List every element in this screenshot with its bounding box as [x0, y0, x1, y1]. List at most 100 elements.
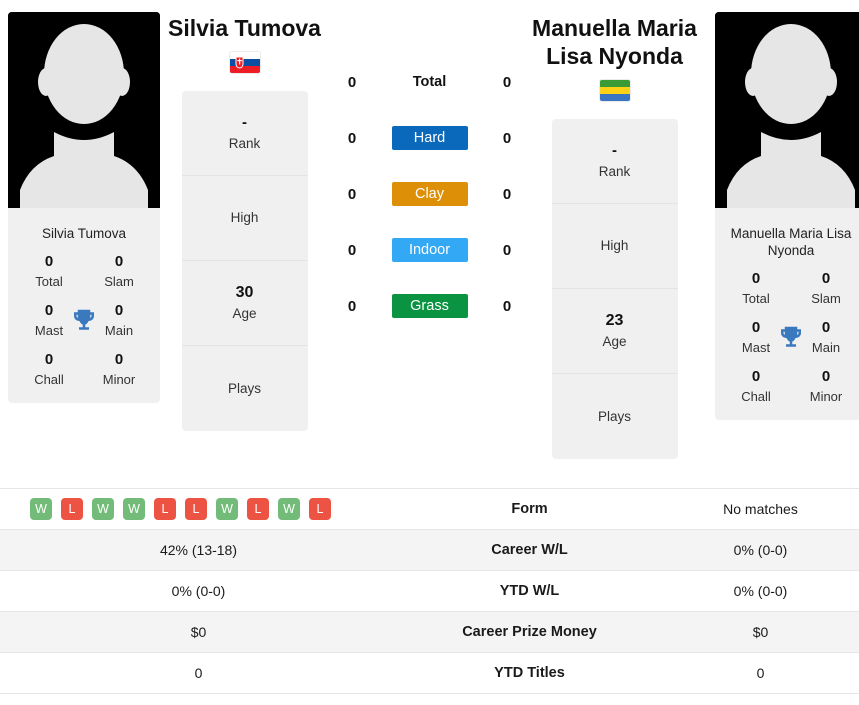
right-player-rank-card: - Rank High 23 Age Plays [551, 119, 678, 459]
plays-row: Plays [552, 374, 678, 459]
trophy-label: Minor [809, 389, 843, 404]
left-player-trophy-card: Silvia Tumova 0 Total 0 Slam 0 Mast 0 Ma… [8, 215, 160, 403]
left-player-avatar [8, 12, 160, 215]
right-player-avatar [715, 12, 859, 215]
right-player-profile-card: Manuella Maria Lisa Nyonda 0 Total 0 Sla… [707, 0, 859, 420]
right-player-trophy-card: Manuella Maria Lisa Nyonda 0 Total 0 Sla… [715, 215, 859, 420]
rank-label: Rank [598, 164, 631, 179]
rank-value: - [612, 142, 617, 159]
surface-row-clay: 0 Clay 0 [337, 166, 522, 222]
table-row-career-wl: 42% (13-18) Career W/L 0% (0-0) [0, 530, 859, 571]
surface-label-grass: Grass [391, 294, 468, 318]
left-player-info: Silvia Tumova - Rank High 30 Age Plays [152, 0, 337, 431]
head-to-head-stats-table: WLWWLLWLWL Form No matches 42% (13-18) C… [0, 488, 859, 694]
trophy-value: 0 [751, 368, 761, 385]
right-surface-value: 0 [502, 129, 512, 147]
trophy-stat: 0 Chall [721, 367, 791, 406]
row-label: Career Prize Money [462, 624, 597, 640]
trophy-stat: 0 Chall [14, 350, 84, 389]
right-player-info: Manuella Maria Lisa Nyonda - Rank High 2… [522, 0, 707, 459]
avatar-placeholder-icon [8, 12, 160, 215]
form-badge-loss[interactable]: L [154, 498, 176, 520]
table-row-ytd-titles: 0 YTD Titles 0 [0, 653, 859, 694]
trophy-icon [781, 326, 801, 347]
left-surface-value: 0 [347, 129, 357, 147]
left-surface-value: 0 [347, 73, 357, 91]
plays-label: Plays [597, 408, 631, 424]
left-surface-value: 0 [347, 185, 357, 203]
avatar-placeholder-icon [715, 12, 859, 215]
table-row-career-prize-money: $0 Career Prize Money $0 [0, 612, 859, 653]
right-surface-value: 0 [502, 185, 512, 203]
trophy-label: Chall [741, 389, 771, 404]
surface-row-hard: 0 Hard 0 [337, 110, 522, 166]
trophy-label: Slam [811, 291, 841, 306]
form-badge-loss[interactable]: L [61, 498, 83, 520]
form-badge-win[interactable]: W [278, 498, 300, 520]
form-badge-loss[interactable]: L [309, 498, 331, 520]
trophy-label: Chall [34, 372, 64, 387]
age-value: 23 [605, 312, 624, 329]
trophy-value: 0 [821, 368, 831, 385]
form-badge-win[interactable]: W [92, 498, 114, 520]
left-player-name: Silvia Tumova [168, 15, 321, 41]
surface-row-total: 0 Total 0 [337, 54, 522, 110]
form-badge-loss[interactable]: L [185, 498, 207, 520]
left-player-rank-card: - Rank High 30 Age Plays [181, 91, 308, 431]
right-value: 0 [756, 665, 765, 681]
right-value: 0% (0-0) [733, 542, 788, 558]
high-label: High [230, 210, 259, 225]
trophy-stat: 0 Total [14, 252, 84, 291]
high-label: High [600, 238, 629, 253]
trophy-stat: 0 Total [721, 269, 791, 308]
form-badge-loss[interactable]: L [247, 498, 269, 520]
high-row: High [181, 176, 308, 261]
high-row: High [551, 204, 678, 289]
trophy-value: 0 [114, 351, 124, 368]
flag-slovakia-icon [229, 52, 260, 73]
trophy-label: Total [35, 274, 63, 289]
trophy-stat: 0 Slam [791, 269, 859, 308]
age-label: Age [232, 306, 257, 321]
right-value: $0 [752, 624, 769, 640]
surface-row-grass: 0 Grass 0 [337, 278, 522, 334]
right-player-name: Manuella Maria Lisa Nyonda [532, 15, 697, 69]
surface-label-total: Total [412, 74, 447, 90]
right-value: 0% (0-0) [733, 583, 788, 599]
form-badge-win[interactable]: W [123, 498, 145, 520]
form-badge-win[interactable]: W [216, 498, 238, 520]
right-trophy-grid: 0 Total 0 Slam 0 Mast 0 Main 0 Chall 0 M… [721, 269, 859, 406]
rank-row: - Rank [181, 91, 308, 176]
trophy-label: Minor [102, 372, 136, 387]
row-label: YTD W/L [499, 583, 560, 599]
right-surface-value: 0 [502, 241, 512, 259]
trophy-stat: 0 Minor [791, 367, 859, 406]
row-label: YTD Titles [494, 665, 565, 681]
left-trophy-grid: 0 Total 0 Slam 0 Mast 0 Main 0 Chall 0 M… [14, 252, 154, 389]
left-player-card-name: Silvia Tumova [41, 226, 127, 241]
form-badge-win[interactable]: W [30, 498, 52, 520]
left-form-badges: WLWWLLWLWL [0, 489, 397, 529]
left-value: 0% (0-0) [171, 583, 226, 599]
trophy-stat: 0 Minor [84, 350, 154, 389]
trophy-value: 0 [751, 270, 761, 287]
surface-label-indoor: Indoor [391, 238, 468, 262]
left-surface-value: 0 [347, 241, 357, 259]
trophy-value: 0 [44, 253, 54, 270]
surface-row-indoor: 0 Indoor 0 [337, 222, 522, 278]
table-row-form: WLWWLLWLWL Form No matches [0, 489, 859, 530]
table-row-ytd-wl: 0% (0-0) YTD W/L 0% (0-0) [0, 571, 859, 612]
age-label: Age [602, 334, 627, 349]
right-surface-value: 0 [502, 73, 512, 91]
trophy-value: 0 [821, 270, 831, 287]
rank-label: Rank [228, 136, 261, 151]
trophy-icon [74, 309, 94, 330]
rank-row: - Rank [551, 119, 678, 204]
flag-gabon-icon [599, 80, 630, 101]
row-label: Career W/L [491, 542, 568, 558]
surface-breakdown: 0 Total 0 0 Hard 0 0 Clay 0 0 Indoor 0 0… [337, 0, 522, 334]
left-value: 0 [194, 665, 203, 681]
left-surface-value: 0 [347, 297, 357, 315]
row-label: Form [511, 501, 548, 517]
player-comparison-header: Silvia Tumova 0 Total 0 Slam 0 Mast 0 Ma… [0, 0, 859, 488]
